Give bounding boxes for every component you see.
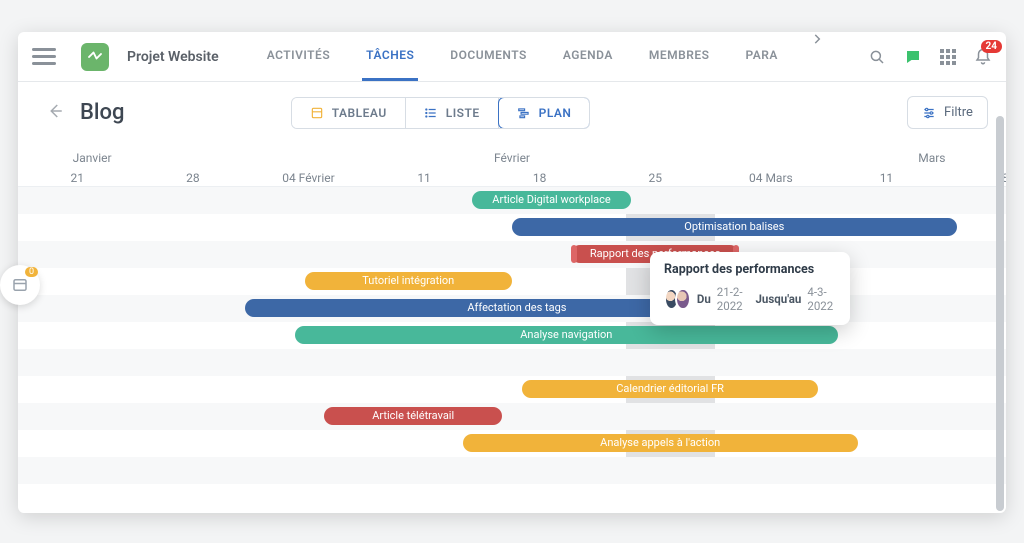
gantt-bar[interactable]: Analyse navigation <box>295 326 838 344</box>
nav-tab-para[interactable]: PARA <box>741 32 781 81</box>
gantt-row: Article Digital workplace <box>18 187 1006 214</box>
top-bar: Projet Website ACTIVITÉSTÂCHESDOCUMENTSA… <box>18 32 1006 82</box>
day-label: 28 <box>186 171 200 185</box>
gantt-bar[interactable]: Article télétravail <box>324 407 502 425</box>
view-plan-label: PLAN <box>539 106 572 120</box>
view-tableau-button[interactable]: TABLEAU <box>292 98 406 128</box>
gantt-bar[interactable]: Tutoriel intégration <box>305 272 512 290</box>
search-icon[interactable] <box>868 48 886 66</box>
gantt-row: Affectation des tags <box>18 295 1006 322</box>
scrollbar[interactable] <box>996 116 1004 511</box>
day-label: 21 <box>71 171 85 185</box>
gantt-row: Rapport des performances <box>18 241 1006 268</box>
view-liste-label: LISTE <box>446 106 480 120</box>
avatar <box>675 288 690 310</box>
side-collapse-button[interactable]: 0 <box>0 265 40 305</box>
nav-tabs: ACTIVITÉS TÂCHES DOCUMENTS AGENDA MEMBRES PAR… <box>229 32 858 81</box>
view-switch: TABLEAU LISTE PLAN <box>291 97 591 129</box>
nav-tab-tâches[interactable]: TÂCHES <box>362 32 418 81</box>
day-label: 25 <box>649 171 663 185</box>
gantt-bar[interactable]: Calendrier éditorial FR <box>522 380 818 398</box>
top-actions: 24 <box>868 48 992 66</box>
app-logo[interactable] <box>81 43 109 71</box>
view-plan-button[interactable]: PLAN <box>498 97 591 129</box>
gantt-chart[interactable]: Article Digital workplace Optimisation ba… <box>18 187 1006 484</box>
gantt-row <box>18 349 1006 376</box>
tooltip-title: Rapport des performances <box>664 262 836 277</box>
side-bubble-badge: 0 <box>25 267 38 277</box>
gantt-row: Article télétravail <box>18 403 1006 430</box>
gantt-row <box>18 457 1006 484</box>
hamburger-icon[interactable] <box>32 45 56 69</box>
day-label: 04 Mars <box>749 171 793 185</box>
apps-grid-icon[interactable] <box>940 49 956 65</box>
tooltip-from-label: Du <box>697 292 711 306</box>
back-arrow-icon[interactable] <box>46 102 64 124</box>
view-liste-button[interactable]: LISTE <box>406 98 499 128</box>
gantt-row: Analyse appels à l'action <box>18 430 1006 457</box>
gantt-row: Optimisation balises <box>18 214 1006 241</box>
task-tooltip: Rapport des performances Du 21-2-2022 Ju… <box>650 252 850 325</box>
project-title: Projet Website <box>127 49 219 65</box>
tooltip-from-date: 21-2-2022 <box>717 285 750 313</box>
day-label: 04 Février <box>282 171 335 185</box>
gantt-bar[interactable]: Article Digital workplace <box>472 191 630 209</box>
notifications-icon[interactable]: 24 <box>974 48 992 66</box>
gantt-row: Tutoriel intégration <box>18 268 1006 295</box>
nav-tab-agenda[interactable]: AGENDA <box>559 32 617 81</box>
filter-label: Filtre <box>944 105 973 120</box>
timeline: JanvierFévrierMars 21 28 04 Février 11 18 25 0… <box>18 143 1006 513</box>
nav-more-icon[interactable] <box>810 32 824 81</box>
month-label: Mars <box>858 151 1006 165</box>
notification-badge: 24 <box>981 40 1002 53</box>
filter-button[interactable]: Filtre <box>907 96 988 129</box>
nav-tab-documents[interactable]: DOCUMENTS <box>446 32 531 81</box>
tooltip-to-date: 4-3-2022 <box>807 285 836 313</box>
day-label: 11 <box>417 171 431 185</box>
gantt-bar[interactable]: Analyse appels à l'action <box>463 434 858 452</box>
timeline-months: JanvierFévrierMars <box>18 143 1006 167</box>
sub-bar: Blog TABLEAU LISTE PLAN Filtre <box>18 82 1006 143</box>
view-tableau-label: TABLEAU <box>332 106 387 120</box>
chat-icon[interactable] <box>904 48 922 66</box>
day-label: 18 <box>533 171 547 185</box>
gantt-row: Calendrier éditorial FR <box>18 376 1006 403</box>
bar-resize-handle[interactable] <box>571 245 577 263</box>
gantt-row: Analyse navigation <box>18 322 1006 349</box>
page-title: Blog <box>80 100 124 125</box>
gantt-bar[interactable]: Optimisation balises <box>512 218 957 236</box>
month-label: Janvier <box>18 151 166 165</box>
tooltip-to-label: Jusqu'au <box>756 292 802 306</box>
nav-tab-activités[interactable]: ACTIVITÉS <box>263 32 334 81</box>
month-label: Février <box>166 151 858 165</box>
timeline-days: 212804 Février11182504 Mars1118 <box>18 167 1006 187</box>
day-label: 11 <box>880 171 894 185</box>
nav-tab-membres[interactable]: MEMBRES <box>645 32 714 81</box>
